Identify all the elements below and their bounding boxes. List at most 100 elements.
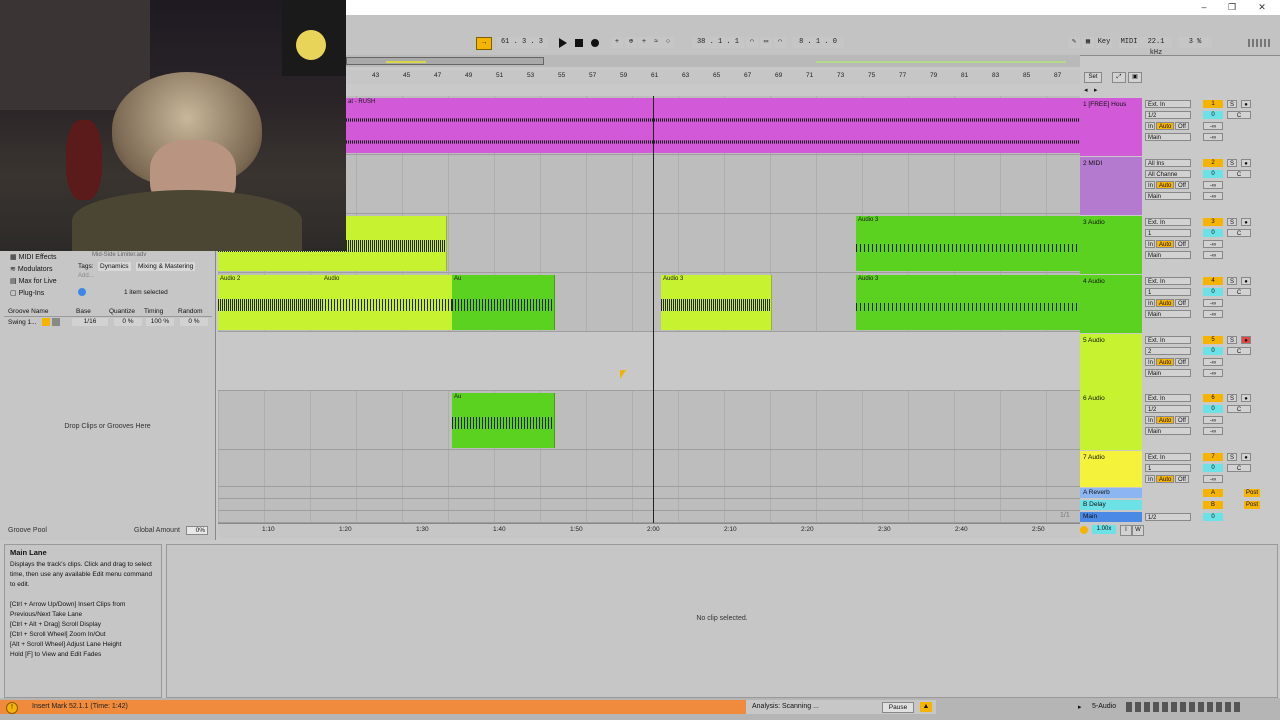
return-header-1[interactable]: A Reverb bbox=[1080, 488, 1142, 498]
input-channel-select[interactable]: 2 bbox=[1145, 347, 1191, 355]
nav-next-locator[interactable]: ▸ bbox=[1094, 86, 1098, 94]
browser-item-modulators[interactable]: ≋ Modulators bbox=[10, 265, 52, 273]
overdub-button[interactable]: + bbox=[611, 37, 623, 48]
pan-field[interactable]: C bbox=[1227, 405, 1251, 413]
main-output-select[interactable]: 1/2 bbox=[1145, 513, 1191, 521]
send-b-field[interactable]: -∞ bbox=[1203, 369, 1223, 377]
monitor-off-button[interactable]: Off bbox=[1175, 475, 1189, 483]
return-activator-button[interactable]: B bbox=[1203, 501, 1223, 509]
groove-random-field[interactable]: 0 % bbox=[180, 318, 208, 326]
monitor-off-button[interactable]: Off bbox=[1175, 240, 1189, 248]
time-ruler[interactable]: 1:10 1:20 1:30 1:40 1:50 2:00 2:10 2:20 2:30 2:40… bbox=[218, 523, 1080, 538]
session-record-button[interactable]: ○ bbox=[662, 37, 674, 48]
track-header-5[interactable]: 5 Audio bbox=[1080, 334, 1142, 392]
output-select[interactable]: Main bbox=[1145, 133, 1191, 141]
arm-button[interactable]: ● bbox=[1241, 453, 1251, 461]
clip-au-chops[interactable]: Au bbox=[452, 275, 555, 330]
computer-keyboard-button[interactable]: ▦ bbox=[1082, 37, 1094, 48]
automation-arm-button[interactable]: ⊕ bbox=[625, 37, 637, 48]
browser-item-plug-ins[interactable]: ▢ Plug-Ins bbox=[10, 289, 44, 297]
clip-audio-chops[interactable]: Audio bbox=[322, 275, 453, 330]
monitor-auto-button[interactable]: Auto bbox=[1156, 475, 1174, 483]
loop-start-field[interactable]: 38 . 1 . 1 bbox=[692, 37, 744, 48]
monitor-off-button[interactable]: Off bbox=[1175, 122, 1189, 130]
alert-icon[interactable]: ▲ bbox=[920, 702, 932, 712]
send-b-field[interactable]: -∞ bbox=[1203, 192, 1223, 200]
return-header-2[interactable]: B Delay bbox=[1080, 500, 1142, 510]
solo-button[interactable]: S bbox=[1227, 277, 1237, 285]
send-a-field[interactable]: -∞ bbox=[1203, 475, 1223, 483]
track-activator-button[interactable]: 4 bbox=[1203, 277, 1223, 285]
track-activator-button[interactable]: 7 bbox=[1203, 453, 1223, 461]
monitor-auto-button[interactable]: Auto bbox=[1156, 181, 1174, 189]
expand-button[interactable]: ⤢ bbox=[1112, 72, 1126, 83]
lane-track-5[interactable] bbox=[218, 332, 1080, 391]
send-a-field[interactable]: -∞ bbox=[1203, 181, 1223, 189]
groove-row[interactable]: Swing 1... 1/16 0 % 100 % 0 % bbox=[4, 318, 212, 328]
follow-button[interactable]: → bbox=[476, 37, 492, 50]
groove-drop-zone[interactable]: Drop Clips or Grooves Here bbox=[0, 423, 215, 430]
add-tag[interactable]: Add... bbox=[78, 273, 94, 279]
monitor-auto-button[interactable]: Auto bbox=[1156, 416, 1174, 424]
lane-track-2[interactable] bbox=[218, 155, 1080, 214]
return-post-button[interactable]: Post bbox=[1244, 489, 1260, 497]
monitor-off-button[interactable]: Off bbox=[1175, 181, 1189, 189]
send-b-field[interactable]: -∞ bbox=[1203, 427, 1223, 435]
monitor-off-button[interactable]: Off bbox=[1175, 416, 1189, 424]
monitor-in-button[interactable]: In bbox=[1145, 358, 1155, 366]
input-channel-select[interactable]: 1 bbox=[1145, 288, 1191, 296]
arm-button[interactable]: ● bbox=[1241, 159, 1251, 167]
monitor-auto-button[interactable]: Auto bbox=[1156, 299, 1174, 307]
monitor-off-button[interactable]: Off bbox=[1175, 358, 1189, 366]
capture-button[interactable]: ≈ bbox=[650, 37, 662, 48]
track-name[interactable]: 1 [FREE] Hous bbox=[1083, 101, 1126, 108]
input-type-select[interactable]: Ext. In bbox=[1145, 100, 1191, 108]
pan-field[interactable]: C bbox=[1227, 347, 1251, 355]
monitor-in-button[interactable]: In bbox=[1145, 416, 1155, 424]
arm-button[interactable]: ● bbox=[1241, 336, 1251, 344]
browser-item-midi-effects[interactable]: ▦ MIDI Effects bbox=[10, 253, 57, 261]
output-select[interactable]: Main bbox=[1145, 369, 1191, 377]
track-activator-button[interactable]: 5 bbox=[1203, 336, 1223, 344]
send-a-field[interactable]: -∞ bbox=[1203, 299, 1223, 307]
groove-save-icon[interactable] bbox=[52, 318, 60, 326]
input-type-select[interactable]: Ext. In bbox=[1145, 218, 1191, 226]
solo-button[interactable]: S bbox=[1227, 218, 1237, 226]
global-amount-field[interactable]: 0% bbox=[186, 526, 208, 535]
track-header-2[interactable]: 2 MIDI bbox=[1080, 157, 1142, 215]
track-name[interactable]: 3 Audio bbox=[1083, 219, 1105, 226]
arm-button[interactable]: ● bbox=[1241, 100, 1251, 108]
punch-out-button[interactable]: ⌒ bbox=[774, 37, 786, 48]
input-type-select[interactable]: All Ins bbox=[1145, 159, 1191, 167]
pan-field[interactable]: C bbox=[1227, 464, 1251, 472]
return-name[interactable]: A Reverb bbox=[1083, 489, 1110, 496]
arrangement-view[interactable]: at - RUSH Audio 3 Audio 2 Audio Au Audio… bbox=[218, 96, 1080, 523]
volume-field[interactable]: 0 bbox=[1203, 405, 1223, 413]
groove-quantize-field[interactable]: 0 % bbox=[114, 318, 142, 326]
track-name[interactable]: 6 Audio bbox=[1083, 395, 1105, 402]
clip-audio-3-lower[interactable]: Audio 3 bbox=[856, 275, 1080, 330]
pan-field[interactable]: C bbox=[1227, 170, 1251, 178]
input-channel-select[interactable]: 1/2 bbox=[1145, 405, 1191, 413]
monitor-auto-button[interactable]: Auto bbox=[1156, 240, 1174, 248]
input-channel-select[interactable]: 1/2 bbox=[1145, 111, 1191, 119]
loop-switch[interactable]: ▭ bbox=[760, 37, 772, 48]
send-b-field[interactable]: -∞ bbox=[1203, 251, 1223, 259]
tag-dynamics[interactable]: Dynamics bbox=[98, 262, 131, 271]
groove-name[interactable]: Swing 1... bbox=[8, 319, 37, 326]
send-a-field[interactable]: -∞ bbox=[1203, 240, 1223, 248]
input-type-select[interactable]: Ext. In bbox=[1145, 453, 1191, 461]
volume-field[interactable]: 0 bbox=[1203, 229, 1223, 237]
solo-button[interactable]: S bbox=[1227, 394, 1237, 402]
track-name[interactable]: 7 Audio bbox=[1083, 454, 1105, 461]
monitor-auto-button[interactable]: Auto bbox=[1156, 358, 1174, 366]
nav-prev-locator[interactable]: ◂ bbox=[1084, 86, 1088, 94]
arm-button[interactable]: ● bbox=[1241, 394, 1251, 402]
output-select[interactable]: Main bbox=[1145, 427, 1191, 435]
browser-partial-item[interactable]: Mid-Side Limiter.adv bbox=[92, 252, 146, 258]
return-activator-button[interactable]: A bbox=[1203, 489, 1223, 497]
volume-field[interactable]: 0 bbox=[1203, 288, 1223, 296]
output-select[interactable]: Main bbox=[1145, 310, 1191, 318]
monitor-auto-button[interactable]: Auto bbox=[1156, 122, 1174, 130]
groove-timing-field[interactable]: 100 % bbox=[146, 318, 174, 326]
